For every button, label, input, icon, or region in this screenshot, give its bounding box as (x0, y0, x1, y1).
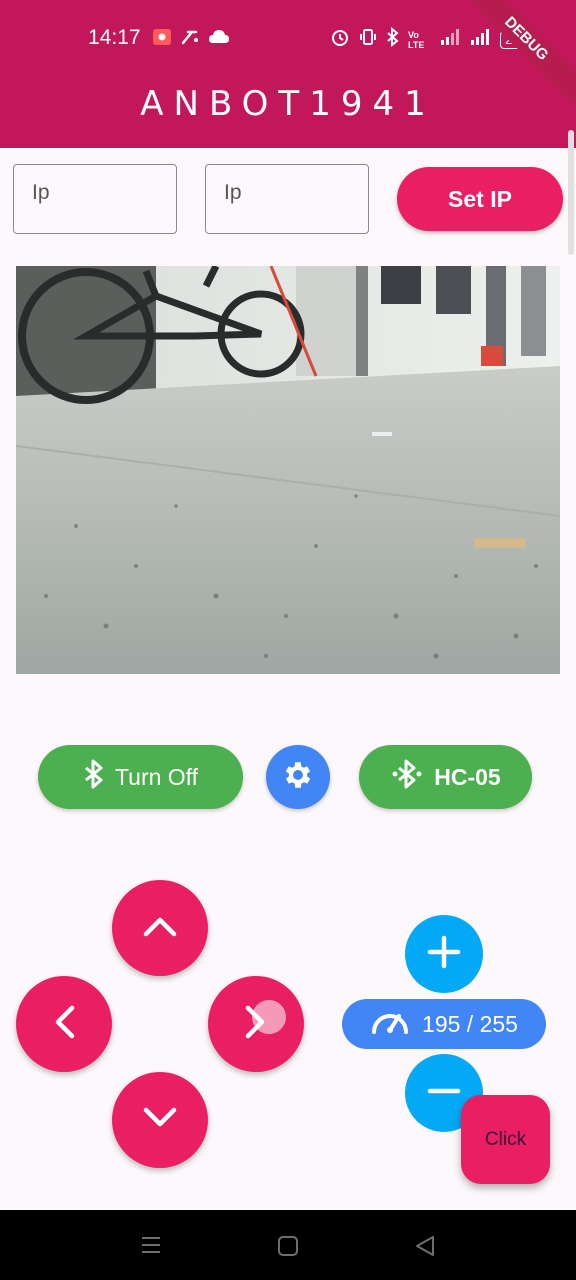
speedometer-icon (370, 1006, 410, 1042)
status-time: 14:17 (88, 26, 141, 49)
chevron-left-icon (52, 1004, 76, 1045)
camera-image (16, 266, 560, 674)
home-nav-icon[interactable] (277, 1235, 299, 1262)
vibrate-icon (358, 27, 378, 52)
up-button[interactable] (112, 880, 208, 976)
click-fab[interactable]: Click (461, 1095, 550, 1184)
volte-icon: Vo LTE (408, 29, 425, 50)
speed-increase-button[interactable] (405, 915, 483, 993)
alarm-icon (330, 27, 350, 52)
speed-indicator: 195 / 255 (342, 999, 546, 1049)
bluetooth-icon (83, 758, 105, 796)
minus-icon (426, 1073, 462, 1114)
ip-input-1[interactable]: Ip (13, 164, 177, 234)
chevron-up-icon (142, 914, 178, 943)
back-nav-icon[interactable] (414, 1235, 436, 1262)
plus-icon (426, 934, 462, 975)
signal-icon-1 (440, 28, 462, 51)
bluetooth-connected-icon (390, 757, 424, 797)
set-ip-button[interactable]: Set IP (397, 167, 563, 231)
turn-off-bluetooth-button[interactable]: Turn Off (38, 745, 243, 809)
device-label: HC-05 (434, 763, 501, 790)
turn-off-label: Turn Off (114, 763, 199, 790)
left-button[interactable] (16, 976, 112, 1072)
speed-value: 195 / 255 (422, 1010, 518, 1037)
right-button[interactable] (208, 976, 304, 1072)
gear-icon (281, 758, 315, 797)
signal-icon-2 (470, 28, 492, 51)
menu-nav-icon[interactable] (140, 1235, 162, 1260)
bluetooth-device-button[interactable]: HC-05 (359, 745, 532, 809)
status-right-icons: Vo LTE 28 (330, 26, 525, 52)
bluetooth-status-icon (386, 26, 400, 52)
navigation-bar (0, 1210, 576, 1280)
page-title: ANBOT1941 (140, 84, 436, 124)
camera-view (16, 266, 560, 674)
status-left-icons (152, 28, 230, 51)
telenor-icon (180, 28, 200, 51)
ip-input-2[interactable]: Ip (205, 164, 369, 234)
touch-indicator (252, 1000, 286, 1034)
cloud-icon (208, 29, 230, 50)
scrollbar[interactable] (568, 130, 574, 255)
screen-record-icon (152, 28, 172, 51)
down-button[interactable] (112, 1072, 208, 1168)
settings-button[interactable] (266, 745, 330, 809)
chevron-down-icon (142, 1106, 178, 1135)
